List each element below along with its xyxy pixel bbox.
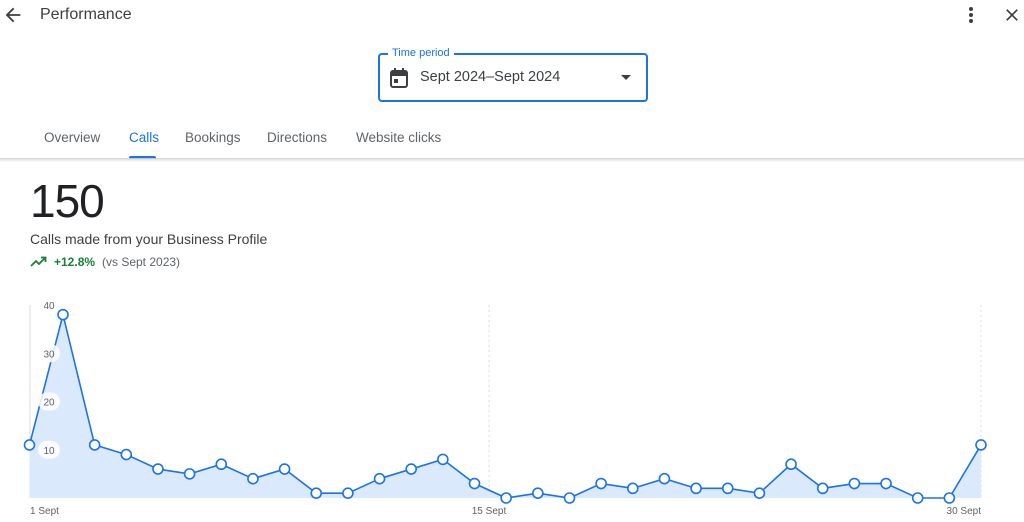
time-period-label: Time period — [388, 46, 454, 60]
y-tick-label: 10 — [43, 446, 55, 457]
divider — [0, 158, 1024, 162]
data-point — [405, 463, 418, 475]
close-icon[interactable] — [1002, 5, 1022, 25]
x-tick-label: 15 Sept — [472, 506, 507, 517]
page-title: Performance — [40, 6, 132, 23]
trend-comparison: (vs Sept 2023) — [102, 255, 181, 269]
y-tick-label: 40 — [43, 301, 55, 312]
data-point — [23, 439, 36, 451]
y-tick-label: 20 — [43, 398, 55, 409]
data-point — [658, 472, 671, 485]
time-period-value: Sept 2024–Sept 2024 — [420, 69, 561, 85]
data-point — [911, 492, 924, 504]
series-line — [28, 314, 982, 499]
data-point — [57, 308, 69, 321]
data-point — [342, 487, 354, 499]
trending-up-icon — [30, 256, 47, 267]
data-point — [120, 448, 133, 461]
data-point — [532, 487, 544, 499]
data-point — [943, 492, 956, 504]
data-point — [152, 463, 164, 475]
trend-value: +12.8% — [54, 255, 96, 269]
tab-bar: Overview Calls Bookings Directions Websi… — [0, 118, 1024, 160]
data-point — [816, 482, 829, 495]
tab-website-clicks[interactable]: Website clicks — [356, 130, 441, 145]
data-point — [468, 477, 481, 490]
data-point — [437, 453, 449, 466]
data-point — [373, 472, 386, 485]
top-bar: Performance — [0, 0, 1024, 32]
data-point — [183, 468, 196, 480]
data-point — [753, 487, 766, 499]
data-point — [88, 439, 101, 451]
x-tick-label: 30 Sept — [947, 506, 982, 517]
dropdown-arrow-icon[interactable] — [620, 74, 632, 82]
y-tick-label: 30 — [43, 349, 55, 360]
tab-directions[interactable]: Directions — [267, 130, 327, 145]
data-point — [215, 458, 228, 471]
data-point — [310, 487, 323, 499]
metric-value: 150 — [30, 175, 105, 227]
calls-chart: 10 20 30 40 1 Sept 15 Sept 30 Sept — [23, 296, 987, 517]
data-point — [785, 458, 797, 471]
data-point — [626, 482, 639, 495]
tab-calls[interactable]: Calls — [129, 130, 159, 145]
tab-overview[interactable]: Overview — [44, 130, 100, 145]
data-point — [563, 492, 576, 504]
x-tick-label: 1 Sept — [30, 506, 59, 517]
data-point — [848, 477, 861, 490]
more-vert-icon[interactable] — [962, 4, 980, 26]
data-point — [721, 482, 734, 495]
data-point — [278, 463, 291, 475]
data-point — [690, 482, 702, 495]
tab-bookings[interactable]: Bookings — [185, 130, 241, 145]
metric-label: Calls made from your Business Profile — [30, 231, 268, 247]
data-point — [880, 477, 892, 490]
data-point — [975, 439, 987, 451]
calendar-icon — [390, 68, 408, 88]
data-point — [595, 477, 607, 490]
arrow-back-icon[interactable] — [2, 4, 24, 26]
data-point — [247, 472, 259, 485]
data-point — [500, 492, 512, 504]
